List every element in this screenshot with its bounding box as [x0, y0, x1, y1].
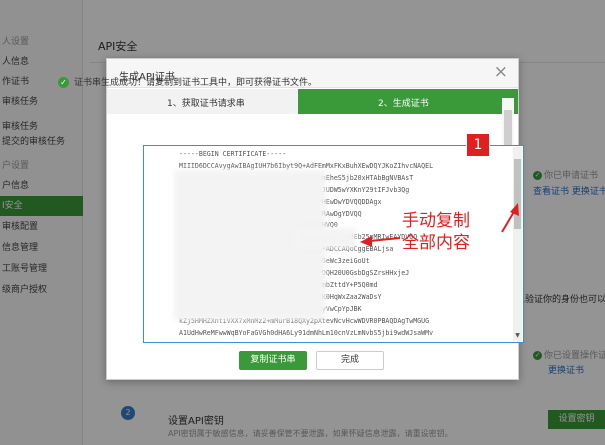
step2-label: 2、生成证书	[378, 99, 429, 109]
step-indicator: 1、获取证书请求串 2、生成证书	[107, 89, 518, 114]
cert-line: -----BEGIN CERTIFICATE-----	[179, 150, 287, 158]
annotation-badge: 1	[466, 133, 490, 157]
close-icon[interactable]: ×	[494, 62, 508, 82]
annotation-note: 手动复制 全部内容	[402, 210, 470, 254]
scroll-down-icon[interactable]: ▼	[514, 332, 521, 340]
step1-label: 1、获取证书请求串	[167, 99, 245, 109]
done-button[interactable]: 完成	[316, 351, 384, 370]
cert-line: A1UdHwReMFwwWqBYoFaGVGh0dHA6Ly91dmNhLm10…	[179, 328, 434, 337]
textarea-scroll-thumb[interactable]	[514, 159, 521, 229]
step-arrow	[298, 89, 307, 113]
annotation-line-2: 全部内容	[402, 233, 470, 253]
success-message: ✓ 证书串生成成功！请复制到证书工具中，即可获得证书文件。	[58, 75, 317, 88]
step-get-request: 1、获取证书请求串	[107, 89, 298, 114]
check-circle-icon: ✓	[58, 77, 69, 88]
annotation-line-1: 手动复制	[402, 211, 470, 231]
step-generate-cert: 2、生成证书	[298, 89, 518, 114]
textarea-scrollbar[interactable]: ▼	[513, 147, 522, 341]
copy-cert-button[interactable]: 复制证书串	[239, 351, 307, 370]
redaction-blur	[294, 228, 356, 248]
